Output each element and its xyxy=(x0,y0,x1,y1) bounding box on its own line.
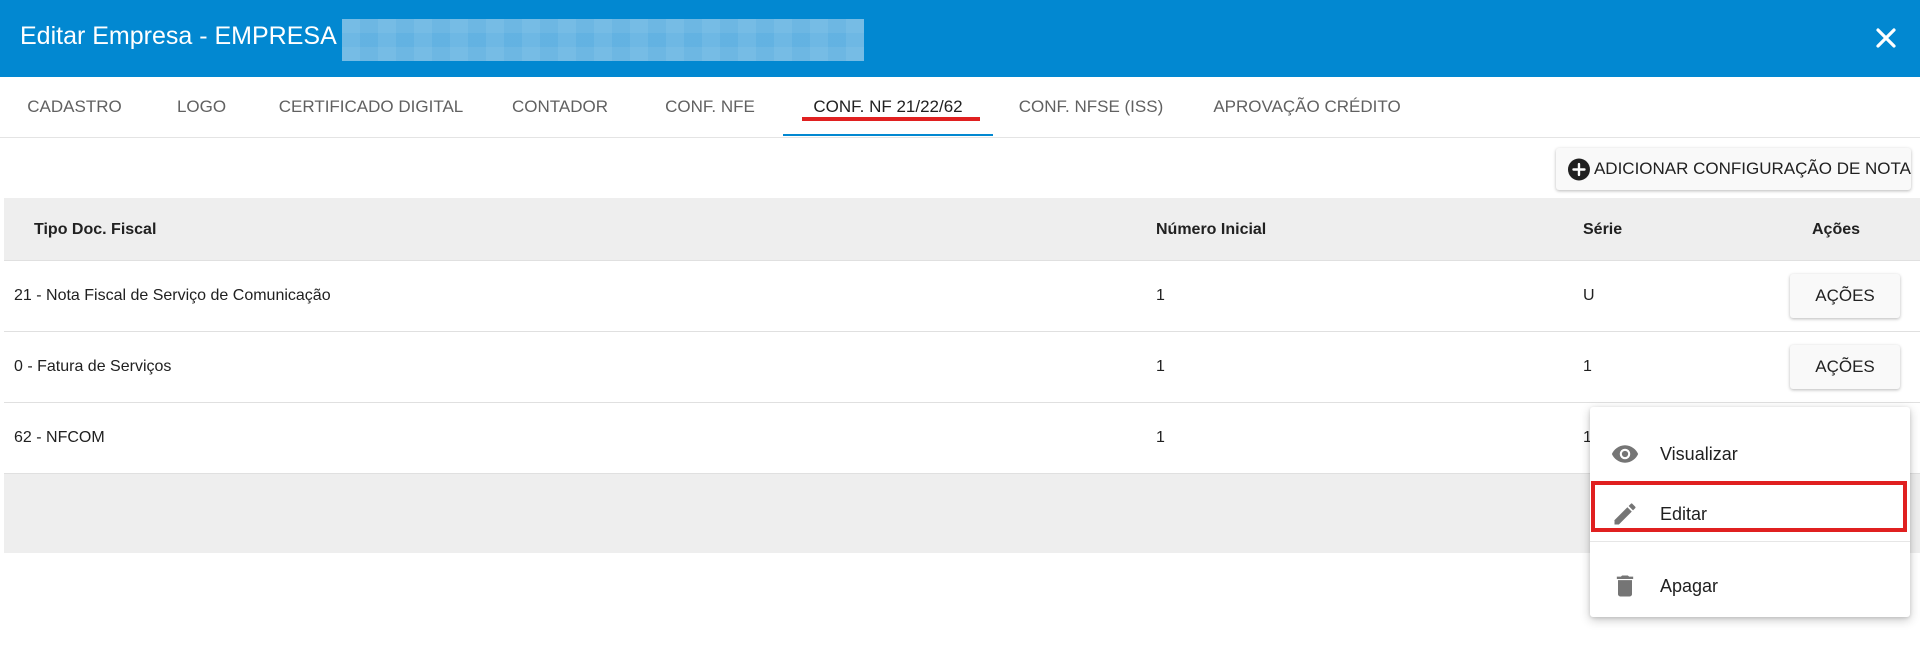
cell-numero: 1 xyxy=(1156,287,1165,304)
tab-contador[interactable]: Contador xyxy=(488,77,632,137)
cell-numero: 1 xyxy=(1156,358,1165,375)
close-icon xyxy=(1876,28,1896,48)
tab-certificado-digital[interactable]: Certificado Digital xyxy=(254,77,488,137)
add-note-config-label: Adicionar Configuração de Nota xyxy=(1593,159,1911,178)
active-tab-indicator xyxy=(783,134,993,136)
table-header: Tipo Doc. Fiscal Número Inicial Série Aç… xyxy=(4,198,1920,261)
header-serie: Série xyxy=(1583,220,1623,238)
tab-logo[interactable]: Logo xyxy=(149,77,254,137)
cell-tipo: 21 - Nota Fiscal de Serviço de Comunicaç… xyxy=(14,287,331,304)
tab-aprovacao-credito[interactable]: Aprovação Crédito xyxy=(1189,77,1425,137)
tab-conf-nf-21-22-62[interactable]: Conf. NF 21/22/62 xyxy=(783,77,993,137)
menu-divider xyxy=(1590,541,1910,542)
header-tipo-doc-fiscal: Tipo Doc. Fiscal xyxy=(34,220,157,238)
menu-item-label: Apagar xyxy=(1660,575,1719,596)
cell-tipo: 0 - Fatura de Serviços xyxy=(14,358,172,375)
actions-menu: Visualizar Editar Apagar xyxy=(1590,407,1910,617)
menu-item-editar[interactable]: Editar xyxy=(1590,486,1910,542)
pencil-icon xyxy=(1610,499,1640,529)
header-acoes: Ações xyxy=(1812,220,1861,238)
trash-icon xyxy=(1610,571,1640,601)
tab-cadastro[interactable]: Cadastro xyxy=(0,77,149,137)
table-row: 0 - Fatura de Serviços 1 1 Ações xyxy=(4,332,1920,403)
close-button[interactable] xyxy=(1870,22,1902,54)
tab-conf-nfse-iss[interactable]: Conf. NFSe (ISS) xyxy=(993,77,1189,137)
table-row: 21 - Nota Fiscal de Serviço de Comunicaç… xyxy=(4,261,1920,332)
dialog-header: Editar Empresa - EMPRESA - xyxy=(0,0,1920,77)
dialog-title: Editar Empresa - EMPRESA - xyxy=(20,22,351,50)
menu-item-apagar[interactable]: Apagar xyxy=(1590,558,1910,614)
menu-item-label: Editar xyxy=(1660,503,1708,524)
redacted-company-name xyxy=(342,19,864,61)
tab-conf-nfe[interactable]: Conf. NFe xyxy=(632,77,788,137)
add-note-config-button[interactable]: Adicionar Configuração de Nota xyxy=(1556,148,1911,190)
eye-icon xyxy=(1610,439,1640,469)
cell-numero: 1 xyxy=(1156,429,1165,446)
annotation-underline xyxy=(802,117,980,121)
cell-serie: 1 xyxy=(1583,358,1592,375)
menu-item-label: Visualizar xyxy=(1660,443,1738,464)
cell-tipo: 62 - NFCOM xyxy=(14,429,105,446)
tab-bar: Cadastro Logo Certificado Digital Contad… xyxy=(0,77,1920,138)
acoes-button[interactable]: Ações xyxy=(1790,274,1900,318)
header-numero-inicial: Número Inicial xyxy=(1156,220,1267,238)
menu-item-visualizar[interactable]: Visualizar xyxy=(1590,426,1910,482)
cell-serie: U xyxy=(1583,287,1595,304)
acoes-button[interactable]: Ações xyxy=(1790,345,1900,389)
add-circle-icon xyxy=(1567,158,1590,180)
